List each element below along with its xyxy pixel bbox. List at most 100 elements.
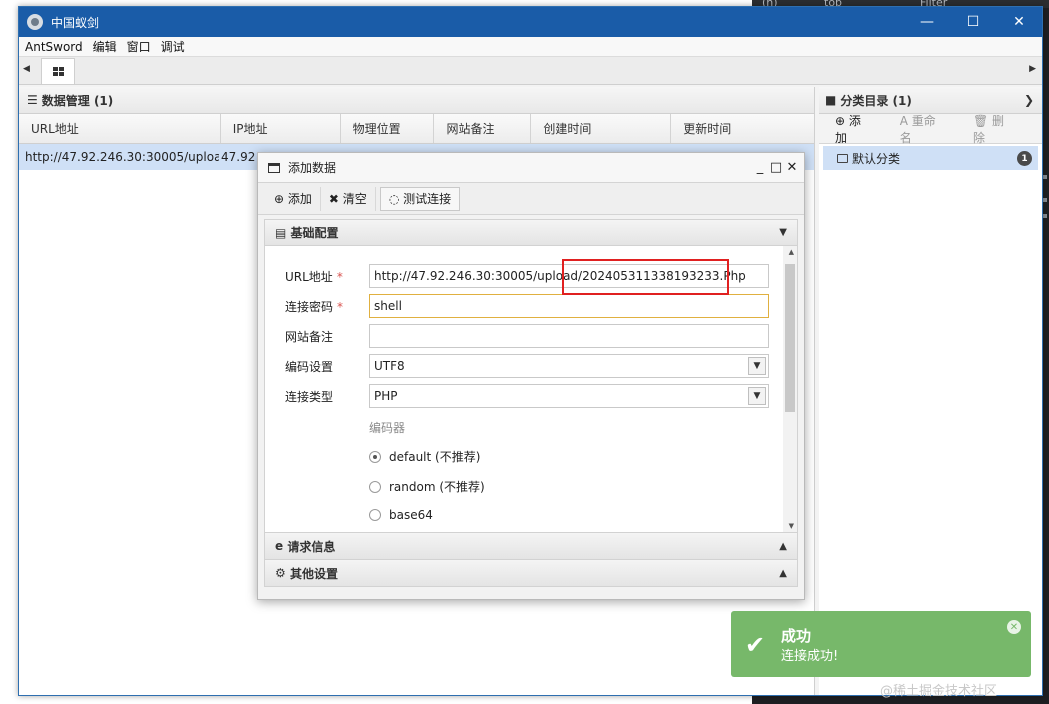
data-panel-header: ☰ 数据管理 (1) <box>19 87 814 114</box>
menu-debug[interactable]: 调试 <box>161 38 185 55</box>
category-rename-label: 重命名 <box>899 113 936 145</box>
check-icon: ✔ <box>745 631 766 659</box>
category-panel: ■ 分类目录 (1) ❯ ⊕ 添加 A 重命名 🗑 删除 默认分类 1 <box>819 87 1042 695</box>
encoder-option-label: base64 <box>389 508 433 522</box>
folder-icon: ■ <box>825 93 837 107</box>
column-updated[interactable]: 更新时间 <box>671 114 814 143</box>
category-item-default[interactable]: 默认分类 1 <box>823 146 1038 170</box>
encoding-row: 编码设置 UTF8 ▼ <box>265 354 797 378</box>
app-logo-icon <box>27 14 43 30</box>
encoding-value: UTF8 <box>374 359 405 373</box>
dialog-title: 添加数据 <box>288 161 337 175</box>
encoder-label: 编码器 <box>369 421 406 435</box>
section-basic-config[interactable]: ▤ 基础配置 ▼ <box>264 219 798 246</box>
password-input[interactable]: shell <box>369 294 769 318</box>
chevron-up-icon[interactable]: ▲ <box>779 568 787 579</box>
dialog-titlebar[interactable]: 添加数据 _ □ ✕ <box>258 153 804 183</box>
column-url[interactable]: URL地址 <box>19 114 221 143</box>
column-note[interactable]: 网站备注 <box>434 114 532 143</box>
category-rename-button[interactable]: A 重命名 <box>900 112 955 146</box>
column-location[interactable]: 物理位置 <box>341 114 435 143</box>
tab-scroll-left-icon[interactable]: ◀ <box>23 64 30 74</box>
type-label: 连接类型 <box>285 390 334 404</box>
tab-scroll-right-icon[interactable]: ▶ <box>1029 64 1036 74</box>
radio-icon[interactable] <box>369 480 381 493</box>
dialog-maximize-button[interactable]: □ <box>768 160 784 175</box>
document-icon: ▤ <box>275 225 287 240</box>
tab-bar: ◀ ▶ <box>19 57 1042 85</box>
close-button[interactable]: ✕ <box>996 7 1042 37</box>
gears-icon: ⚙ <box>275 566 286 580</box>
column-created[interactable]: 创建时间 <box>531 114 672 143</box>
window-titlebar[interactable]: 中国蚁剑 — ☐ ✕ <box>19 7 1042 37</box>
encoding-select[interactable]: UTF8 ▼ <box>369 354 769 378</box>
section-other-settings[interactable]: ⚙ 其他设置 ▲ <box>264 560 798 587</box>
menu-edit[interactable]: 编辑 <box>93 38 117 55</box>
dialog-add-label: 添加 <box>287 192 312 206</box>
section-request-info[interactable]: e 请求信息 ▲ <box>264 533 798 560</box>
chevron-down-icon[interactable]: ▼ <box>748 387 766 405</box>
spinner-icon: ◌ <box>388 191 400 206</box>
scroll-down-icon[interactable]: ▼ <box>789 522 794 530</box>
data-panel-title: 数据管理 (1) <box>41 93 114 108</box>
toast-title: 成功 <box>781 627 812 645</box>
minimize-button[interactable]: — <box>904 7 950 37</box>
category-toolbar: ⊕ 添加 A 重命名 🗑 删除 <box>819 112 1042 146</box>
category-delete-label: 删除 <box>972 113 1005 145</box>
folder-outline-icon <box>837 153 848 163</box>
section-basic-title: 基础配置 <box>290 226 339 240</box>
chevron-down-icon[interactable]: ▼ <box>779 227 787 238</box>
section-request-title: 请求信息 <box>287 539 336 554</box>
category-count-badge: 1 <box>1017 151 1032 166</box>
password-row: 连接密码 * shell <box>265 294 797 318</box>
menu-antsword[interactable]: AntSword <box>25 40 83 54</box>
chevron-right-icon[interactable]: ❯ <box>1024 93 1034 107</box>
window-icon <box>268 162 280 173</box>
maximize-button[interactable]: ☐ <box>950 7 996 37</box>
tab-home[interactable] <box>41 58 75 84</box>
url-label: URL地址 * <box>285 270 343 284</box>
note-input[interactable] <box>369 324 769 348</box>
plus-circle-icon: ⊕ <box>274 191 285 206</box>
row-ip: 47.92 <box>221 150 256 164</box>
note-label: 网站备注 <box>285 330 334 344</box>
encoding-label: 编码设置 <box>285 360 334 374</box>
chevron-down-icon[interactable]: ▼ <box>748 357 766 375</box>
grid-icon <box>52 67 64 76</box>
category-delete-button[interactable]: 🗑 删除 <box>973 112 1024 146</box>
chevron-up-icon[interactable]: ▲ <box>779 541 787 552</box>
row-url: http://47.92.246.30:30005/uploac <box>25 150 219 164</box>
type-select[interactable]: PHP ▼ <box>369 384 769 408</box>
section-other-title: 其他设置 <box>289 566 338 581</box>
category-add-label: 添加 <box>835 113 861 145</box>
radio-icon[interactable] <box>369 509 381 521</box>
url-filename-highlight <box>562 259 729 295</box>
menu-window[interactable]: 窗口 <box>127 38 151 55</box>
dialog-close-button[interactable]: ✕ <box>784 160 800 175</box>
type-row: 连接类型 PHP ▼ <box>265 384 797 408</box>
category-item-label: 默认分类 <box>852 151 901 166</box>
scroll-thumb[interactable] <box>785 264 795 412</box>
password-label: 连接密码 * <box>285 300 344 314</box>
category-add-button[interactable]: ⊕ 添加 <box>835 112 882 146</box>
form-scrollbar[interactable]: ▲ ▼ <box>783 246 797 532</box>
test-connection-button[interactable]: ◌ 测试连接 <box>379 186 461 211</box>
category-panel-title: 分类目录 (1) <box>840 93 912 108</box>
encoder-option-default[interactable]: default (不推荐) <box>369 448 480 465</box>
type-value: PHP <box>374 389 398 403</box>
dialog-toolbar: ⊕ 添加 ✖ 清空 ◌ 测试连接 <box>258 183 804 215</box>
toast-message: 连接成功! <box>781 649 839 664</box>
scroll-up-icon[interactable]: ▲ <box>789 248 794 256</box>
dialog-clear-label: 清空 <box>342 192 367 206</box>
close-icon[interactable]: ✕ <box>1007 620 1021 634</box>
encoder-option-random[interactable]: random (不推荐) <box>369 478 485 495</box>
dialog-minimize-button[interactable]: _ <box>752 160 768 175</box>
encoder-option-label: random (不推荐) <box>389 480 485 494</box>
encoder-option-label: default (不推荐) <box>389 450 481 464</box>
dialog-clear-button[interactable]: ✖ 清空 <box>321 186 376 211</box>
column-ip[interactable]: IP地址 <box>221 114 341 143</box>
dialog-add-button[interactable]: ⊕ 添加 <box>266 186 321 211</box>
encoder-option-base64[interactable]: base64 <box>369 508 433 522</box>
radio-checked-icon[interactable] <box>369 450 381 463</box>
data-grid-header: URL地址 IP地址 物理位置 网站备注 创建时间 更新时间 <box>19 114 814 144</box>
